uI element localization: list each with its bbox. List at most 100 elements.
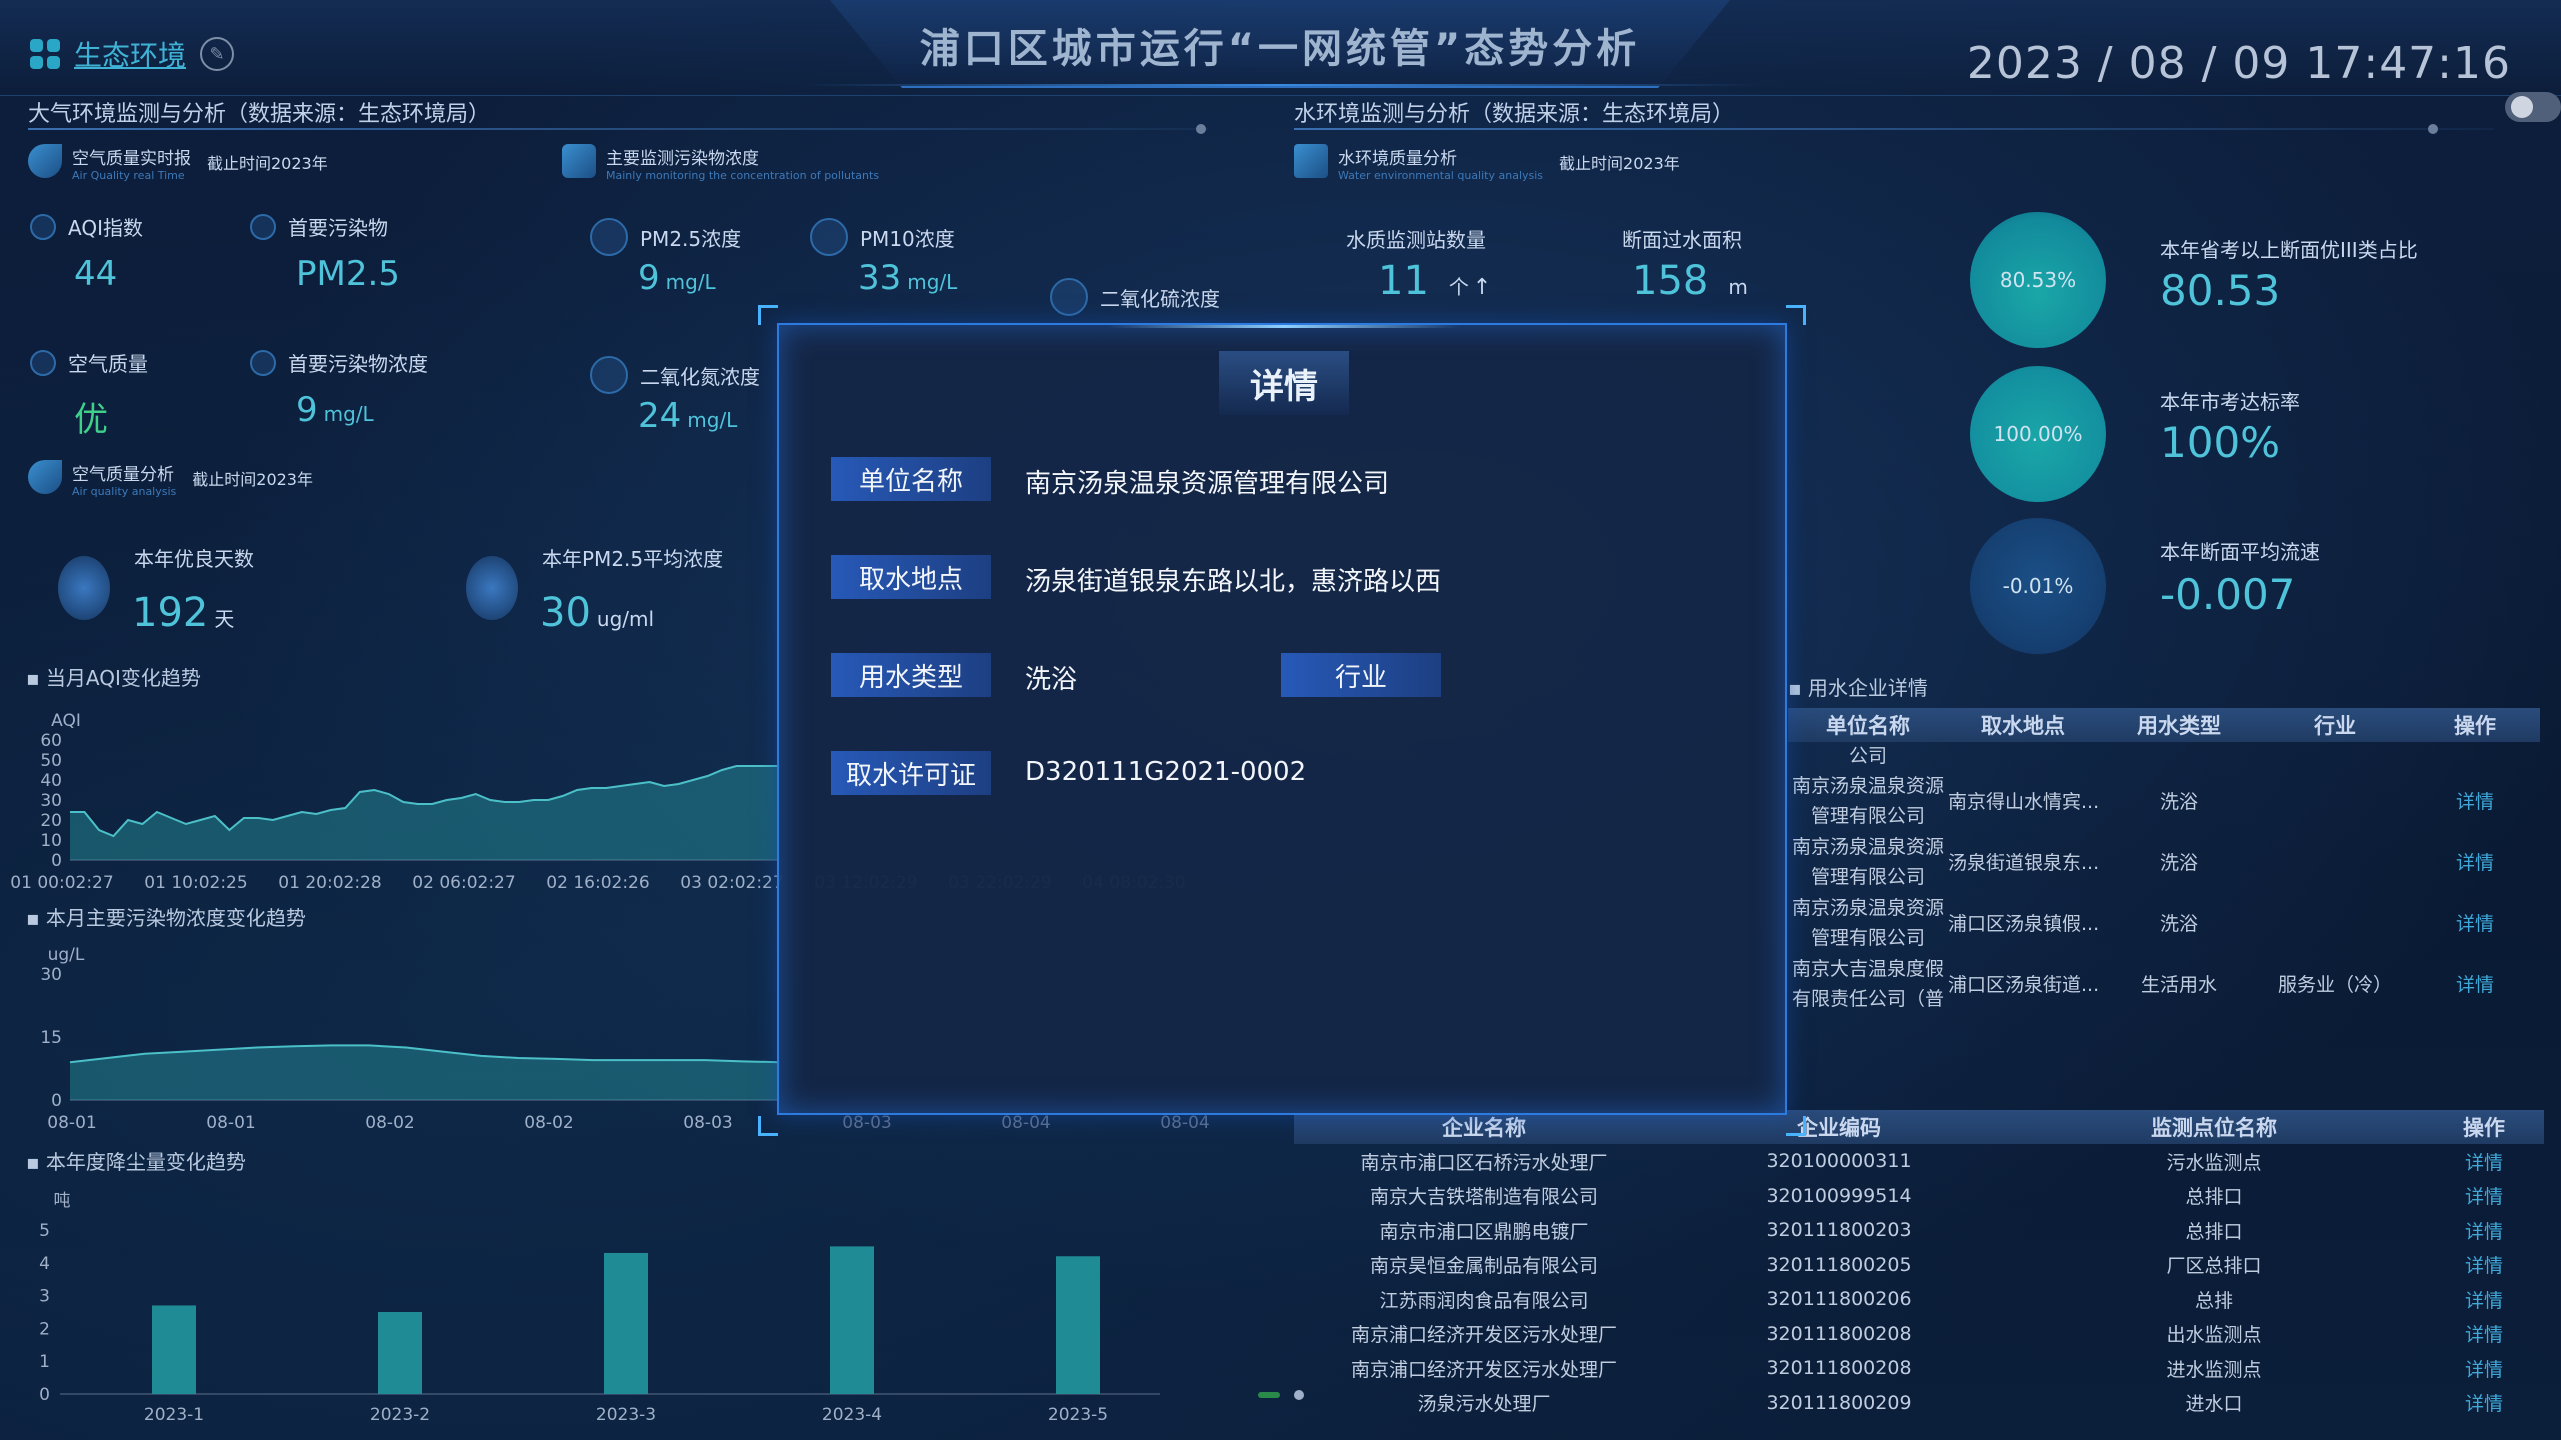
pager-dot[interactable] [1294,1390,1304,1400]
detail-modal[interactable]: 详情 单位名称 南京汤泉温泉资源管理有限公司 取水地点 汤泉街道银泉东路以北，惠… [777,323,1787,1115]
gauge-value-2: 100% [2160,418,2281,467]
cell-place: 浦口区汤泉街道... [1948,974,2098,996]
bar [1056,1256,1100,1394]
detail-link[interactable]: 详情 [2424,1286,2544,1313]
y-tick-label: 30 [40,965,62,985]
table-row-partial: 公司 [1848,744,1887,767]
water-quality-subtitle: Water environmental quality analysis [1338,169,1544,182]
x-tick-label: 01 00:02:27 [10,873,113,893]
section-dot [1196,124,1206,134]
cell-type: 洗浴 [2159,791,2198,813]
y-tick-label: 15 [40,1028,62,1048]
y-axis-label: AQI [51,711,81,731]
water-quality-cutoff: 截止时间2023年 [1559,154,1680,173]
cell-company: 汤泉污水处理厂 [1417,1393,1551,1416]
y-tick-label: 4 [39,1254,50,1274]
y-tick-label: 0 [39,1385,50,1405]
title-line [800,84,1760,86]
toggle-switch[interactable] [2505,92,2561,122]
stations-label: 水质监测站数量 [1346,228,1486,252]
cell-point: 总排口 [2185,1186,2243,1209]
enterprise-table-body: 南京汤泉温泉资源管理有限公司 南京得山水情宾... 洗浴 详情 南京汤泉温泉资源管理有限… [1788,770,2540,1014]
pm10-value: 33 mg/L [858,258,958,298]
cell-company: 南京昊恒金属制品有限公司 [1369,1255,1598,1278]
air-analysis-head: 空气质量分析 Air quality analysis 截止时间2023年 [28,460,313,498]
gauge-label-2: 本年市考达标率 [2160,390,2300,414]
table-row: 南京大吉温泉度假有限责任公司（普 浦口区汤泉街道... 生活用水 服务业（冷） 详情 [1788,953,2540,1014]
modal-value-unit: 南京汤泉温泉资源管理有限公司 [1025,469,1390,499]
good-days-label: 本年优良天数 [134,547,254,571]
table-row: 汤泉污水处理厂 320111800209 进水口 详情 [1294,1386,2544,1421]
gauge-value-3: -0.007 [2160,570,2296,619]
detail-link[interactable]: 详情 [2424,1389,2544,1416]
cell-company: 南京市浦口区石桥污水处理厂 [1360,1151,1608,1174]
modal-corner-br [1786,1116,1806,1136]
leaf-icon [28,144,62,178]
discharge-table-body: 南京市浦口区石桥污水处理厂 320100000311 污水监测点 详情 南京大吉铁塔制造… [1294,1144,2544,1420]
y-tick-label: 0 [51,1091,62,1111]
cell-unit-name: 南京汤泉温泉资源管理有限公司 [1791,835,1944,888]
modal-title-plate: 详情 [1219,351,1349,415]
cell-company: 南京浦口经济开发区污水处理厂 [1350,1358,1617,1381]
edit-icon[interactable]: ✎ [200,37,235,71]
cell-code: 320100999514 [1766,1184,1912,1207]
cell-place: 南京得山水情宾... [1948,791,2098,813]
air-quality-value: 优 [74,400,108,440]
cell-type: 生活用水 [2140,974,2217,996]
aqi-trend-title: ▪ 当月AQI变化趋势 [26,666,201,690]
chart-leaf-icon [28,460,62,494]
detail-link[interactable]: 详情 [2410,787,2540,814]
stations-value: 11 个 ↑ [1378,258,1492,304]
detail-link[interactable]: 详情 [2424,1182,2544,1209]
x-tick-label: 2023-3 [596,1405,656,1425]
cell-point: 进水口 [2185,1393,2243,1416]
pollutant-head: 主要监测污染物浓度 Mainly monitoring the concentr… [562,144,879,182]
detail-link[interactable]: 详情 [2410,970,2540,997]
pm25-avg-label: 本年PM2.5平均浓度 [542,547,724,571]
cell-point: 厂区总排口 [2166,1255,2262,1278]
detail-link[interactable]: 详情 [2424,1148,2544,1175]
detail-link[interactable]: 详情 [2424,1355,2544,1382]
cell-unit-name: 南京汤泉温泉资源管理有限公司 [1791,774,1944,827]
table-row: 南京汤泉温泉资源管理有限公司 汤泉街道银泉东... 洗浴 详情 [1788,831,2540,892]
air-analysis-title: 空气质量分析 [72,465,174,485]
x-tick-label: 2023-4 [822,1405,882,1425]
cell-industry: 服务业（冷） [2277,974,2392,996]
cell-unit-name: 南京大吉温泉度假有限责任公司（普 [1791,957,1944,1010]
so2-icon [1050,278,1088,316]
detail-link[interactable]: 详情 [2424,1217,2544,1244]
water-quality-title: 水环境质量分析 [1338,149,1457,169]
x-tick-label: 08-01 [206,1113,255,1133]
primary-pollutant-label: 首要污染物 [250,212,388,241]
water-quality-head: 水环境质量分析 Water environmental quality anal… [1294,144,1680,182]
cell-company: 南京市浦口区鼎鹏电镀厂 [1379,1220,1589,1243]
bar [378,1312,422,1394]
good-days-icon [58,556,110,620]
pm25-label: PM2.5浓度 [590,218,741,256]
cell-place: 浦口区汤泉镇假... [1948,913,2098,935]
pager-indicator[interactable] [1258,1392,1280,1398]
gauge-circle-1: 80.53% [1970,212,2106,348]
detail-link[interactable]: 详情 [2410,909,2540,936]
table-row: 南京汤泉温泉资源管理有限公司 浦口区汤泉镇假... 洗浴 详情 [1788,892,2540,953]
pm25-value: 9 mg/L [638,258,716,298]
section-dot-right [2428,124,2438,134]
conc-icon [250,349,276,376]
y-tick-label: 0 [51,851,62,871]
air-quality-icon [30,349,56,376]
x-tick-label: 08-02 [524,1113,573,1133]
nav-tab-label: 生态环境 [74,39,187,72]
air-analysis-cutoff: 截止时间2023年 [192,470,313,489]
detail-link[interactable]: 详情 [2424,1320,2544,1347]
bar [830,1246,874,1394]
modal-label-industry: 行业 [1281,653,1441,697]
gauge-label-1: 本年省考以上断面优III类占比 [2160,238,2418,262]
modal-corner-bl [758,1116,778,1136]
detail-link[interactable]: 详情 [2410,848,2540,875]
nav-tab-ecology[interactable]: 生态环境 ✎ [30,34,235,74]
cell-type: 洗浴 [2159,913,2198,935]
detail-link[interactable]: 详情 [2424,1251,2544,1278]
cell-company: 南京浦口经济开发区污水处理厂 [1350,1324,1617,1347]
modal-corner-tr [1786,305,1806,325]
y-tick-label: 50 [40,751,62,771]
